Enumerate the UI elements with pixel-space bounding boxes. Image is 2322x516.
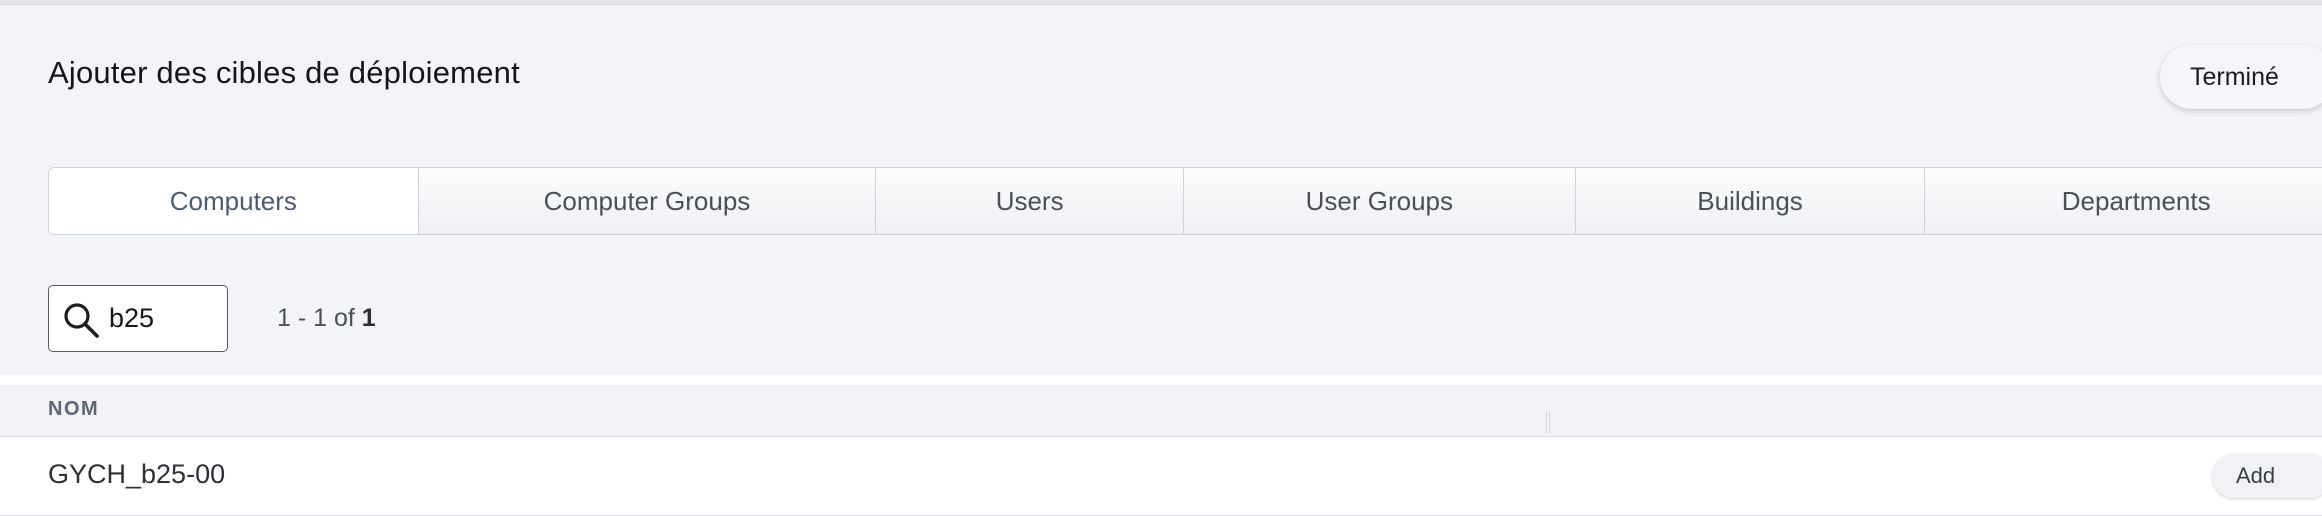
column-resize-handle[interactable] [1546,411,1550,433]
pagination-summary: 1 - 1 of 1 [277,301,376,335]
tab-users[interactable]: Users [876,168,1185,234]
pagination-total: 1 [361,304,376,332]
search-icon [64,303,99,338]
table-row: GYCH_b25-00 Add [0,437,2322,516]
target-type-tabs: Computers Computer Groups Users User Gro… [48,167,2322,235]
search-input[interactable] [109,296,219,340]
tab-computers[interactable]: Computers [49,168,419,234]
tab-buildings[interactable]: Buildings [1575,168,1926,234]
done-button[interactable]: Terminé [2160,45,2322,109]
add-button[interactable]: Add [2212,454,2322,498]
tab-departments[interactable]: Departments [1925,168,2322,234]
dialog-title: Ajouter des cibles de déploiement [48,55,520,90]
deployment-targets-panel: Ajouter des cibles de déploiement Termin… [0,5,2322,375]
column-header-nom[interactable]: NOM [48,398,99,421]
computer-name: GYCH_b25-00 [48,459,226,489]
pagination-range: 1 - 1 of [277,304,362,332]
table-header: NOM [0,385,2322,437]
search-field[interactable] [48,285,228,352]
section-divider [0,375,2322,385]
tab-computer-groups[interactable]: Computer Groups [418,168,877,234]
tab-user-groups[interactable]: User Groups [1184,168,1576,234]
